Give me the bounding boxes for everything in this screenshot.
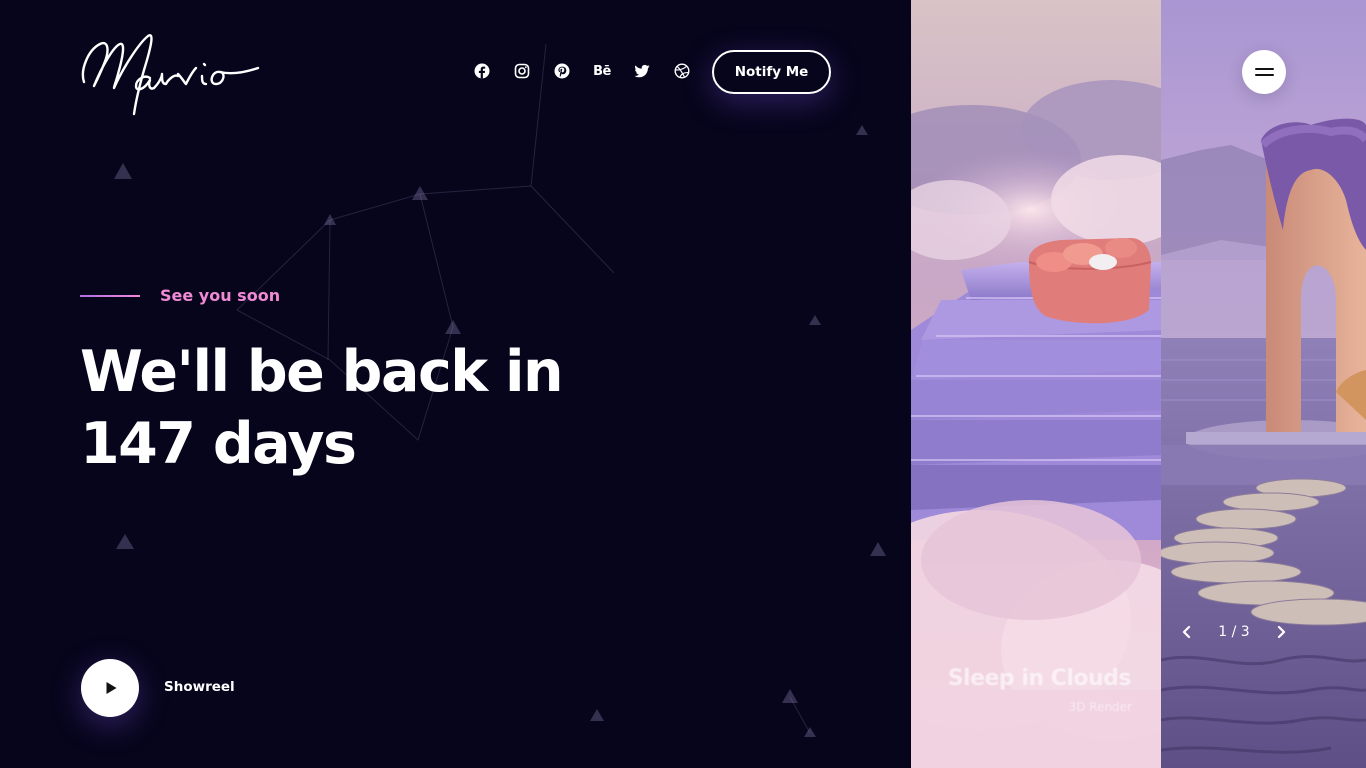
behance-label: Bē: [593, 63, 611, 79]
eyebrow-text: See you soon: [160, 286, 281, 305]
slider-pager: 1 / 3: [1176, 618, 1292, 646]
menu-line: [1254, 74, 1274, 76]
headline-line-1: We'll be back in: [80, 339, 564, 405]
slide-subtitle: 3D Render: [1068, 700, 1132, 714]
play-icon: [106, 682, 117, 694]
behance-icon[interactable]: Bē: [582, 58, 622, 84]
instagram-icon[interactable]: [502, 58, 542, 84]
slide-arch-image: [1161, 0, 1366, 768]
hamburger-menu-icon[interactable]: [1242, 50, 1286, 94]
hero-headline: We'll be back in 147 days: [80, 336, 640, 480]
menu-line: [1254, 68, 1274, 70]
showreel-label[interactable]: Showreel: [164, 679, 235, 695]
play-showreel-button[interactable]: [81, 659, 139, 717]
twitter-icon[interactable]: [622, 58, 662, 84]
pinterest-icon[interactable]: [542, 58, 582, 84]
eyebrow-line: [80, 294, 140, 297]
notify-me-button[interactable]: Notify Me: [712, 50, 831, 94]
headline-line-2: 147 days: [80, 411, 357, 477]
marvio-logo[interactable]: [78, 30, 263, 120]
facebook-icon[interactable]: [462, 58, 502, 84]
slide-clouds-image: Sleep in Clouds 3D Render: [911, 0, 1161, 768]
slide-counter: 1 / 3: [1218, 624, 1250, 640]
dribbble-icon[interactable]: [662, 58, 702, 84]
main-panel: Bē Notify Me See you soon We'll be back …: [0, 0, 911, 768]
social-links: Bē: [462, 58, 702, 84]
slide-title: Sleep in Clouds: [947, 666, 1132, 691]
eyebrow: See you soon: [80, 286, 280, 305]
image-slider: Sleep in Clouds 3D Render: [911, 0, 1366, 768]
chevron-right-icon[interactable]: [1270, 618, 1292, 646]
chevron-left-icon[interactable]: [1176, 618, 1198, 646]
